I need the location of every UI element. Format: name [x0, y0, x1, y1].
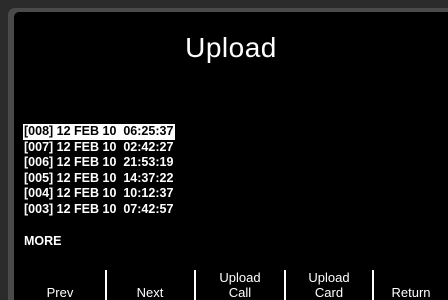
device-screen: Upload [008] 12 FEB 10 06:25:37 [007] 12…	[14, 12, 448, 300]
upload-record-item[interactable]: [004] 12 FEB 10 10:12:37	[23, 186, 175, 202]
prev-softkey-label: Prev	[46, 285, 74, 300]
next-softkey[interactable]: Next	[108, 266, 192, 300]
upload-call-softkey-label-line2: Call	[228, 285, 252, 300]
prev-softkey[interactable]: Prev	[18, 266, 102, 300]
upload-card-softkey-label-line2: Card	[314, 285, 344, 300]
next-softkey-label: Next	[136, 285, 164, 300]
upload-card-softkey-label-line1: Upload	[308, 270, 350, 285]
device-frame: Upload [008] 12 FEB 10 06:25:37 [007] 12…	[0, 0, 448, 300]
upload-record-item[interactable]: [005] 12 FEB 10 14:37:22	[23, 171, 175, 187]
upload-record-item-selected[interactable]: [008] 12 FEB 10 06:25:37	[23, 124, 176, 140]
more-records-item[interactable]: MORE	[24, 234, 62, 250]
upload-call-softkey-label-line1: Upload	[219, 270, 261, 285]
upload-record-item[interactable]: [006] 12 FEB 10 21:53:19	[23, 155, 175, 171]
upload-call-softkey[interactable]: Upload Call	[196, 266, 284, 300]
return-softkey[interactable]: Return	[374, 266, 448, 300]
upload-record-item[interactable]: [003] 12 FEB 10 07:42:57	[23, 202, 175, 218]
screen-title: Upload	[185, 32, 277, 63]
softkey-bar: Prev Next Upload Call Upload Card Return	[14, 266, 448, 300]
upload-card-softkey[interactable]: Upload Card	[286, 266, 372, 300]
softkey-divider	[105, 270, 107, 300]
return-softkey-label: Return	[391, 285, 431, 300]
upload-record-item[interactable]: [007] 12 FEB 10 02:42:27	[23, 140, 175, 156]
upload-record-list: [008] 12 FEB 10 06:25:37 [007] 12 FEB 10…	[23, 124, 176, 218]
